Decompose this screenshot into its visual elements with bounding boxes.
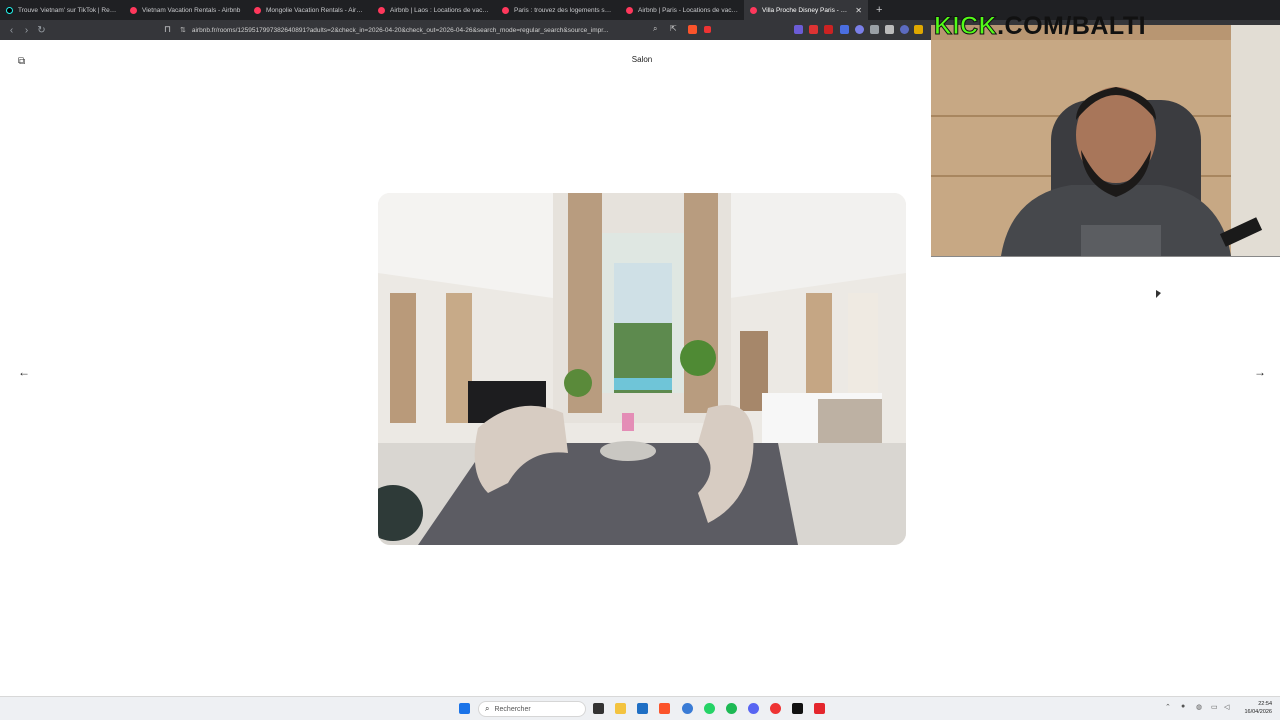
kick-channel-banner: KICK.COM/BALTI bbox=[933, 12, 1147, 41]
search-icon: ⌕ bbox=[485, 704, 490, 713]
network-icon[interactable]: ▭ bbox=[1211, 703, 1218, 711]
volume-icon[interactable]: ◁ bbox=[1224, 703, 1229, 711]
browser-icon[interactable] bbox=[682, 703, 693, 714]
tab-laos-rentals[interactable]: Airbnb | Laos : Locations de vacance bbox=[372, 0, 496, 20]
brave-rewards-icon[interactable] bbox=[704, 26, 711, 33]
close-tab-icon[interactable]: ✕ bbox=[855, 6, 862, 15]
tab-label: Airbnb | Paris - Locations de vacance bbox=[638, 6, 738, 14]
tab-label: Vietnam Vacation Rentals - Airbnb bbox=[142, 6, 241, 14]
task-view-icon[interactable] bbox=[593, 703, 604, 714]
address-bar[interactable]: ⇅ airbnb.fr/rooms/1259517997382640891?ad… bbox=[180, 23, 720, 37]
copy-icon[interactable]: ⧉ bbox=[18, 56, 30, 68]
next-photo-button[interactable]: → bbox=[1252, 365, 1268, 379]
whatsapp-icon[interactable] bbox=[704, 703, 715, 714]
app-icon[interactable] bbox=[814, 703, 825, 714]
extension-icon[interactable] bbox=[794, 25, 803, 34]
discord-icon[interactable] bbox=[748, 703, 759, 714]
airbnb-icon bbox=[750, 6, 757, 14]
taskbar-search[interactable]: ⌕ Rechercher bbox=[478, 701, 586, 717]
tab-label: Villa Proche Disney Paris - Maiso bbox=[762, 6, 852, 14]
bookmark-icon[interactable]: ⊓ bbox=[164, 24, 171, 35]
living-room-photo[interactable] bbox=[378, 193, 906, 545]
extension-icon[interactable] bbox=[914, 25, 923, 34]
tray-icon[interactable]: ◍ bbox=[1196, 703, 1202, 711]
clock-date: 16/04/2026 bbox=[1244, 709, 1272, 715]
webcam-overlay bbox=[931, 25, 1280, 257]
zoom-icon[interactable]: ⌕ bbox=[653, 24, 662, 33]
tab-label: Mongolie Vacation Rentals - Airbnb bbox=[266, 6, 366, 14]
extension-icon[interactable] bbox=[824, 25, 833, 34]
tab-label: Paris : trouvez des logements sur Air bbox=[514, 6, 614, 14]
channel-url-text: .COM/BALTI bbox=[997, 12, 1147, 40]
brave-shield-icon[interactable] bbox=[688, 25, 697, 34]
site-info-icon[interactable]: ⇅ bbox=[180, 26, 186, 34]
brave-browser-icon[interactable] bbox=[659, 703, 670, 714]
file-explorer-icon[interactable] bbox=[615, 703, 626, 714]
back-icon[interactable]: ‹ bbox=[4, 25, 19, 36]
extension-icon[interactable] bbox=[840, 25, 849, 34]
tab-label: Trouve 'vietnam' sur TikTok | Recherc bbox=[18, 6, 118, 14]
previous-photo-button[interactable]: ← bbox=[16, 365, 32, 379]
tab-label: Airbnb | Laos : Locations de vacance bbox=[390, 6, 490, 14]
extension-icon[interactable] bbox=[809, 25, 818, 34]
tab-vietnam-rentals[interactable]: Vietnam Vacation Rentals - Airbnb bbox=[124, 0, 248, 20]
store-icon[interactable] bbox=[637, 703, 648, 714]
new-tab-button[interactable]: + bbox=[868, 4, 890, 16]
extension-icon[interactable] bbox=[900, 25, 909, 34]
tray-icon[interactable]: ● bbox=[1181, 703, 1185, 710]
kick-logo-text: KICK bbox=[933, 12, 998, 41]
airbnb-icon bbox=[378, 6, 385, 14]
mouse-cursor-icon bbox=[1156, 290, 1161, 298]
clock-time: 22:54 bbox=[1258, 701, 1272, 707]
tab-mongolie-rentals[interactable]: Mongolie Vacation Rentals - Airbnb bbox=[248, 0, 372, 20]
share-icon[interactable]: ⇱ bbox=[670, 24, 679, 33]
tiktok-icon bbox=[6, 6, 13, 14]
windows-taskbar: ⌕ Rechercher ⌃ ● ◍ ▭ ◁ 22:54 16/04/2026 bbox=[0, 696, 1280, 720]
stream-banner: KICK.COM/BALTI bbox=[930, 8, 1280, 42]
tab-villa-disney[interactable]: Villa Proche Disney Paris - Maiso ✕ bbox=[744, 0, 868, 20]
notion-icon[interactable] bbox=[792, 703, 803, 714]
forward-icon[interactable]: › bbox=[19, 25, 34, 36]
photo-title: Salon bbox=[631, 55, 653, 64]
airbnb-icon bbox=[626, 6, 633, 14]
webcam-feed bbox=[931, 25, 1280, 256]
url-text: airbnb.fr/rooms/1259517997382640891?adul… bbox=[191, 26, 609, 34]
chevron-up-icon[interactable]: ⌃ bbox=[1165, 703, 1171, 711]
search-placeholder: Rechercher bbox=[494, 705, 531, 713]
airbnb-icon bbox=[254, 6, 261, 14]
windows-start-icon[interactable] bbox=[459, 703, 470, 714]
extension-icon[interactable] bbox=[870, 25, 879, 34]
tab-paris-logements[interactable]: Paris : trouvez des logements sur Air bbox=[496, 0, 620, 20]
living-room-illustration bbox=[378, 193, 906, 545]
extension-icon[interactable] bbox=[855, 25, 864, 34]
taskbar-clock[interactable]: 22:54 16/04/2026 bbox=[1244, 700, 1272, 716]
app-icon[interactable] bbox=[770, 703, 781, 714]
airbnb-icon bbox=[502, 6, 509, 14]
tab-paris-rentals[interactable]: Airbnb | Paris - Locations de vacance bbox=[620, 0, 744, 20]
tab-tiktok-vietnam[interactable]: Trouve 'vietnam' sur TikTok | Recherc bbox=[0, 0, 124, 20]
extension-icon[interactable] bbox=[885, 25, 894, 34]
spotify-icon[interactable] bbox=[726, 703, 737, 714]
reload-icon[interactable]: ↻ bbox=[34, 25, 49, 36]
airbnb-icon bbox=[130, 6, 137, 14]
